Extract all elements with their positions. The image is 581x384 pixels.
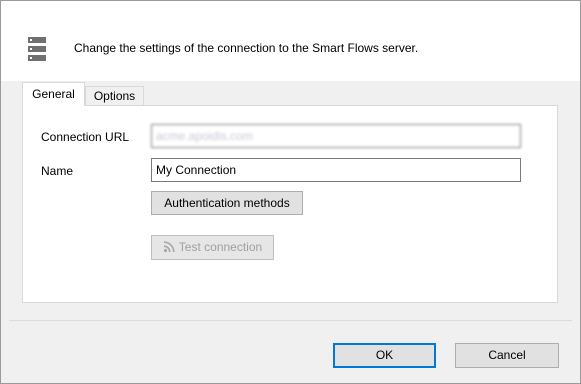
header-description: Change the settings of the connection to… <box>74 41 419 55</box>
ok-button[interactable]: OK <box>333 343 436 368</box>
server-icon <box>28 37 46 61</box>
connection-url-label: Connection URL <box>41 130 130 144</box>
test-connection-label: Test connection <box>178 240 263 254</box>
cancel-button[interactable]: Cancel <box>455 343 559 368</box>
footer-divider <box>9 320 572 321</box>
general-tab-panel: Connection URL acme.apoidis.com Name My … <box>22 105 558 303</box>
name-input[interactable]: My Connection <box>151 158 521 182</box>
authentication-methods-button[interactable]: Authentication methods <box>151 191 303 215</box>
name-label: Name <box>41 164 74 178</box>
rss-icon <box>163 241 175 253</box>
tab-options[interactable]: Options <box>85 86 144 106</box>
test-connection-button[interactable]: Test connection <box>151 235 274 260</box>
connection-settings-dialog: Change the settings of the connection to… <box>0 0 581 384</box>
connection-url-input[interactable]: acme.apoidis.com <box>151 124 521 148</box>
dialog-header: Change the settings of the connection to… <box>1 1 580 81</box>
tab-general[interactable]: General <box>22 82 85 106</box>
